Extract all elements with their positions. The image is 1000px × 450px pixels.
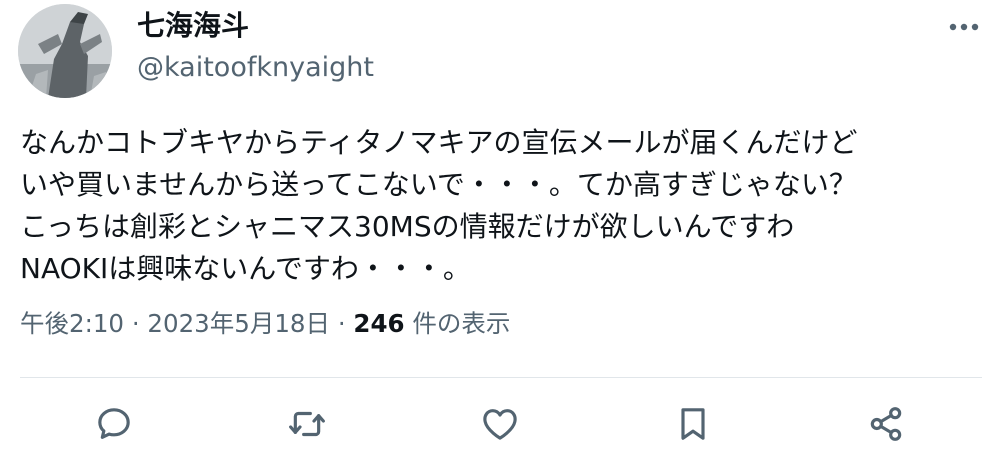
bookmark-button[interactable] [671,402,715,446]
tweet-line: こっちは創彩とシャニマス30MSの情報だけが欲しいんですわ [20,210,795,243]
views-label: 件の表示 [404,309,511,338]
reply-icon [98,408,130,439]
like-button[interactable] [478,402,522,446]
views-count: 246 [353,309,405,338]
avatar[interactable] [18,4,112,98]
share-button[interactable] [864,402,908,446]
meta-separator: · [124,309,148,338]
reply-button[interactable] [92,402,136,446]
divider [20,377,982,378]
avatar-image [18,4,112,98]
user-handle[interactable]: @kaitoofknyaight [137,49,374,87]
tweet-text: なんかコトブキヤからティタノマキアの宣伝メールが届くんだけど いや買いませんから… [20,122,985,290]
share-icon [870,407,902,441]
tweet-line: なんかコトブキヤからティタノマキアの宣伝メールが届くんだけど [20,126,858,159]
tweet-time[interactable]: 午後2:10 [20,309,124,338]
retweet-icon [289,411,325,437]
tweet-line: NAOKIは興味ないんですわ・・・。 [20,252,471,285]
tweet-line: いや買いませんから送ってこないで・・・。てか高すぎじゃない？ [20,168,857,201]
bookmark-icon [681,408,705,440]
display-name[interactable]: 七海海斗 [137,6,249,46]
tweet-meta: 午後2:10 · 2023年5月18日 · 246 件の表示 [20,306,510,342]
more-icon [949,23,979,31]
more-options-button[interactable] [942,12,986,42]
like-icon [483,409,517,440]
retweet-button[interactable] [285,402,329,446]
tweet-date[interactable]: 2023年5月18日 [147,309,330,338]
meta-separator: · [330,309,354,338]
